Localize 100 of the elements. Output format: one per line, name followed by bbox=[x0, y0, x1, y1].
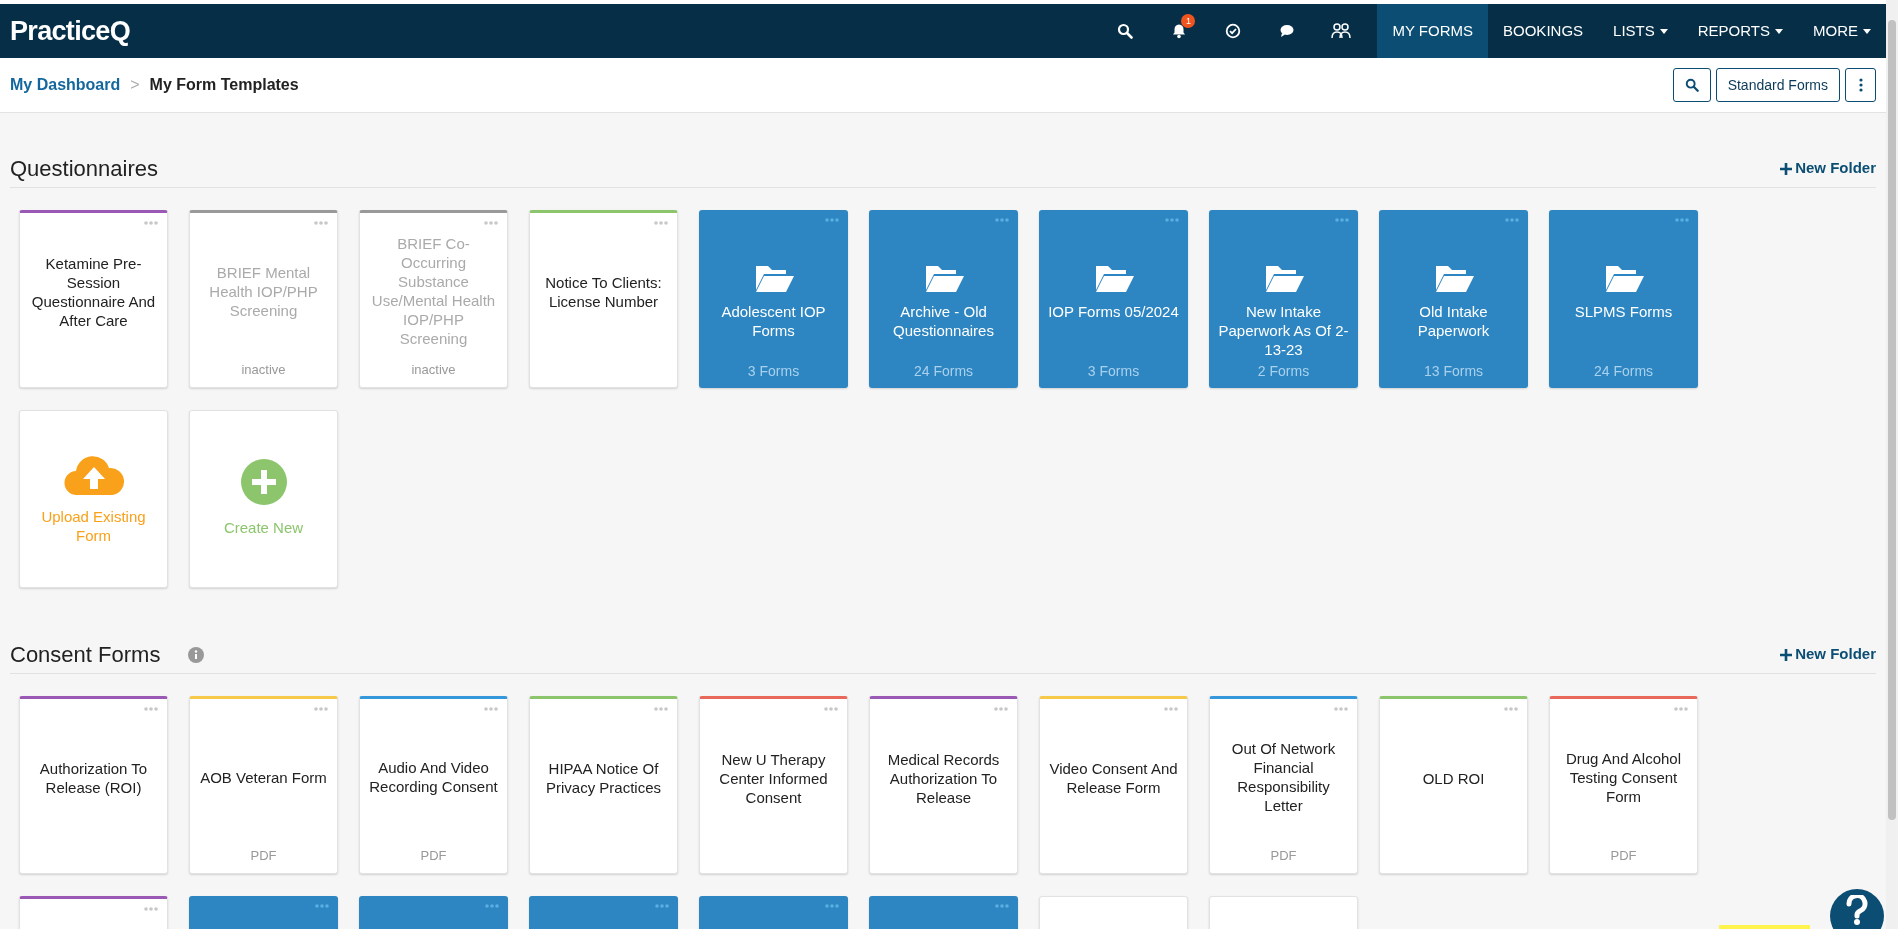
form-card[interactable]: Notice To Clients: License Number bbox=[529, 210, 678, 388]
more-icon[interactable] bbox=[995, 218, 1009, 222]
form-status: PDF bbox=[1610, 846, 1637, 865]
nav-tab[interactable]: REPORTS bbox=[1682, 4, 1798, 58]
folder-card[interactable]: New Intake Paperwork As Of 2-13-23 2 Forms bbox=[1209, 210, 1358, 388]
more-icon[interactable] bbox=[1674, 707, 1688, 711]
folder-card[interactable]: Old Intake Paperwork 13 Forms bbox=[1379, 210, 1528, 388]
more-icon[interactable] bbox=[315, 904, 329, 908]
form-title: Authorization To Release (ROI) bbox=[38, 759, 149, 797]
more-icon[interactable] bbox=[654, 221, 668, 225]
breadcrumb-current: My Form Templates bbox=[149, 75, 299, 95]
form-title: Audio And Video Recording Consent bbox=[368, 758, 499, 797]
folder-title: New Intake Paperwork As Of 2-13-23 bbox=[1217, 302, 1350, 359]
more-icon[interactable] bbox=[314, 707, 328, 711]
more-icon[interactable] bbox=[994, 707, 1008, 711]
standard-forms-button[interactable]: Standard Forms bbox=[1715, 68, 1840, 102]
form-card[interactable]: New U Therapy Center Informed Consent bbox=[699, 696, 848, 874]
form-status: inactive bbox=[411, 360, 456, 379]
form-card[interactable]: Medical Records Authorization To Release bbox=[869, 696, 1018, 874]
form-count: 3 Forms bbox=[746, 362, 801, 381]
more-icon[interactable] bbox=[1164, 707, 1178, 711]
breadcrumb-link[interactable]: My Dashboard bbox=[10, 73, 121, 97]
more-icon[interactable] bbox=[825, 904, 839, 908]
more-icon[interactable] bbox=[654, 707, 668, 711]
caret-icon bbox=[1863, 28, 1871, 34]
form-title: Ketamine Pre-Session Questionnaire And After Care bbox=[30, 254, 157, 330]
folder-title: IOP Forms 05/2024 bbox=[1048, 302, 1179, 321]
more-icon[interactable] bbox=[1505, 218, 1519, 222]
form-title: BRIEF Co-Occurring Substance Use/Mental Health IOP/PHP Screening bbox=[370, 234, 497, 349]
create-label: Create New bbox=[223, 517, 304, 538]
form-title: Video Consent And Release Form bbox=[1048, 759, 1179, 797]
new-folder-link[interactable]: New Folder bbox=[1780, 157, 1876, 180]
search-icon bbox=[1684, 78, 1699, 92]
search-button[interactable] bbox=[1672, 68, 1711, 102]
plus-icon bbox=[1780, 648, 1793, 661]
form-card[interactable]: Ketamine Pre-Session Questionnaire And After Care bbox=[19, 210, 168, 388]
new-folder-link[interactable]: New Folder bbox=[1780, 643, 1876, 666]
section-heading: Questionnaires bbox=[10, 155, 158, 183]
more-icon[interactable] bbox=[824, 707, 838, 711]
nav-tab[interactable]: BOOKINGS bbox=[1488, 4, 1599, 58]
logo[interactable]: PracticeQ bbox=[0, 10, 130, 52]
bell-icon[interactable] bbox=[1171, 23, 1188, 39]
more-icon[interactable] bbox=[144, 221, 158, 225]
notification-badge: 1 bbox=[1181, 14, 1196, 28]
form-card[interactable]: Drug And Alcohol Testing Consent Form PDF bbox=[1549, 696, 1698, 874]
form-title: OLD ROI bbox=[1422, 768, 1485, 788]
more-icon[interactable] bbox=[144, 907, 158, 911]
nav-tab[interactable]: LISTS bbox=[1598, 4, 1683, 58]
folder-title: Adolescent IOP Forms bbox=[720, 302, 827, 340]
help-button[interactable] bbox=[1830, 889, 1884, 929]
more-icon[interactable] bbox=[485, 904, 499, 908]
info-icon[interactable] bbox=[188, 646, 205, 663]
cloud-upload-icon bbox=[62, 453, 125, 497]
folder-title: SLPMS Forms bbox=[1574, 302, 1673, 321]
check-circle-icon[interactable] bbox=[1225, 23, 1242, 39]
folder-card[interactable]: Adolescent IOP Forms 3 Forms bbox=[699, 210, 848, 388]
form-card[interactable]: HIPAA Notice Of Privacy Practices bbox=[529, 696, 678, 874]
form-card[interactable]: OLD ROI bbox=[1379, 696, 1528, 874]
form-title: Notice To Clients: License Number bbox=[544, 273, 663, 311]
caret-icon bbox=[1775, 28, 1783, 34]
more-options-button[interactable] bbox=[1845, 68, 1876, 102]
search-icon[interactable] bbox=[1117, 23, 1134, 39]
form-status: inactive bbox=[241, 360, 286, 379]
more-icon[interactable] bbox=[484, 707, 498, 711]
more-icon[interactable] bbox=[655, 904, 669, 908]
form-status: PDF bbox=[420, 846, 447, 865]
form-card[interactable]: Video Consent And Release Form bbox=[1039, 696, 1188, 874]
more-icon[interactable] bbox=[995, 904, 1009, 908]
form-title: Medical Records Authorization To Release bbox=[886, 749, 1001, 807]
nav-tab[interactable]: MORE bbox=[1798, 4, 1886, 58]
more-icon[interactable] bbox=[1504, 707, 1518, 711]
plus-circle-icon bbox=[240, 458, 287, 505]
folder-card[interactable]: SLPMS Forms 24 Forms bbox=[1549, 210, 1698, 388]
form-count: 3 Forms bbox=[1086, 362, 1141, 381]
nav-tab[interactable]: MY FORMS bbox=[1377, 4, 1489, 58]
form-card[interactable]: Out Of Network Financial Responsibility Letter PDF bbox=[1209, 696, 1358, 874]
chat-icon[interactable] bbox=[1279, 23, 1296, 39]
plus-icon bbox=[1780, 162, 1793, 175]
folder-title: Archive - Old Questionnaires bbox=[892, 302, 995, 340]
kebab-icon bbox=[1858, 78, 1863, 92]
folder-card[interactable]: Archive - Old Questionnaires 24 Forms bbox=[869, 210, 1018, 388]
more-icon[interactable] bbox=[1334, 707, 1348, 711]
form-status: PDF bbox=[250, 846, 277, 865]
folder-card[interactable]: IOP Forms 05/2024 3 Forms bbox=[1039, 210, 1188, 388]
form-card[interactable]: AOB Veteran Form PDF bbox=[189, 696, 338, 874]
scrollbar[interactable] bbox=[1886, 0, 1898, 929]
form-card[interactable]: Audio And Video Recording Consent PDF bbox=[359, 696, 508, 874]
more-icon[interactable] bbox=[144, 707, 158, 711]
section-heading: Consent Forms bbox=[10, 641, 161, 669]
form-title: HIPAA Notice Of Privacy Practices bbox=[545, 759, 662, 797]
more-icon[interactable] bbox=[1335, 218, 1349, 222]
caret-icon bbox=[1659, 28, 1668, 34]
more-icon[interactable] bbox=[825, 218, 839, 222]
more-icon[interactable] bbox=[1165, 218, 1179, 222]
form-card[interactable]: Authorization To Release (ROI) bbox=[19, 696, 168, 874]
form-status: PDF bbox=[1270, 846, 1297, 865]
more-icon[interactable] bbox=[1675, 218, 1689, 222]
form-count: 13 Forms bbox=[1422, 362, 1485, 381]
form-title: Out Of Network Financial Responsibility Letter bbox=[1230, 739, 1337, 816]
people-icon[interactable] bbox=[1331, 22, 1352, 40]
